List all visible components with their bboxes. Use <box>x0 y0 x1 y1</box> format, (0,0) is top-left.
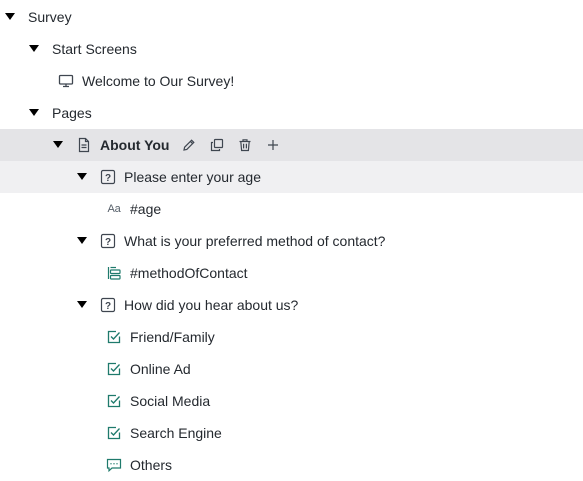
caret-down-icon[interactable] <box>52 139 64 151</box>
tree-node-option-social-media[interactable]: Social Media <box>0 385 583 417</box>
plus-icon <box>267 139 279 151</box>
tree-node-option-others[interactable]: Others <box>0 449 583 481</box>
field-label: #methodOfContact <box>130 265 248 281</box>
tree-node-option-friend-family[interactable]: Friend/Family <box>0 321 583 353</box>
page-actions <box>179 135 291 155</box>
pages-label: Pages <box>52 105 92 121</box>
caret-down-icon[interactable] <box>28 107 40 119</box>
question-icon: ? <box>100 233 116 249</box>
start-screens-label: Start Screens <box>52 41 137 57</box>
survey-label: Survey <box>28 9 72 25</box>
question-label: Please enter your age <box>124 169 261 185</box>
tree-node-start-screens[interactable]: Start Screens <box>0 33 583 65</box>
field-label: #age <box>130 201 162 217</box>
tree-node-page-about-you[interactable]: About You <box>0 129 583 161</box>
caret-down-icon[interactable] <box>76 299 88 311</box>
page-about-you-label: About You <box>100 137 170 153</box>
caret-down-icon[interactable] <box>4 11 16 23</box>
comment-icon <box>106 457 122 473</box>
tree-node-field-age[interactable]: Aa #age <box>0 193 583 225</box>
delete-button[interactable] <box>235 135 255 155</box>
tree-node-option-search-engine[interactable]: Search Engine <box>0 417 583 449</box>
tree-node-option-online-ad[interactable]: Online Ad <box>0 353 583 385</box>
caret-down-icon[interactable] <box>28 43 40 55</box>
question-label: What is your preferred method of contact… <box>124 233 386 249</box>
tree-node-field-method-of-contact[interactable]: #methodOfContact <box>0 257 583 289</box>
checkbox-icon <box>106 361 122 377</box>
question-icon: ? <box>100 169 116 185</box>
caret-down-icon[interactable] <box>76 171 88 183</box>
text-field-icon: Aa <box>107 203 121 215</box>
checkbox-icon <box>106 329 122 345</box>
option-label: Social Media <box>130 393 211 409</box>
tree-node-question-contact-method[interactable]: ? What is your preferred method of conta… <box>0 225 583 257</box>
dropdown-list-icon <box>106 265 122 281</box>
copy-icon <box>210 138 224 152</box>
duplicate-button[interactable] <box>207 135 227 155</box>
svg-text:?: ? <box>105 237 111 248</box>
question-label: How did you hear about us? <box>124 297 299 313</box>
checkbox-icon <box>106 425 122 441</box>
tree-node-question-referral[interactable]: ? How did you hear about us? <box>0 289 583 321</box>
checkbox-icon <box>106 393 122 409</box>
trash-icon <box>238 138 252 152</box>
tree-node-question-age[interactable]: ? Please enter your age <box>0 161 583 193</box>
edit-button[interactable] <box>179 135 199 155</box>
option-label: Others <box>130 457 173 473</box>
survey-outline-tree: Survey Start Screens Welcome to Our Surv… <box>0 0 583 481</box>
tree-node-survey[interactable]: Survey <box>0 1 583 33</box>
caret-down-icon[interactable] <box>76 235 88 247</box>
question-icon: ? <box>100 297 116 313</box>
tree-node-pages[interactable]: Pages <box>0 97 583 129</box>
svg-text:?: ? <box>105 173 111 184</box>
page-icon <box>76 137 92 153</box>
pencil-icon <box>182 138 196 152</box>
welcome-screen-label: Welcome to Our Survey! <box>82 73 235 89</box>
option-label: Online Ad <box>130 361 191 377</box>
monitor-icon <box>58 73 74 89</box>
tree-node-welcome-screen[interactable]: Welcome to Our Survey! <box>0 65 583 97</box>
svg-text:?: ? <box>105 301 111 312</box>
add-button[interactable] <box>263 135 283 155</box>
option-label: Search Engine <box>130 425 222 441</box>
option-label: Friend/Family <box>130 329 215 345</box>
